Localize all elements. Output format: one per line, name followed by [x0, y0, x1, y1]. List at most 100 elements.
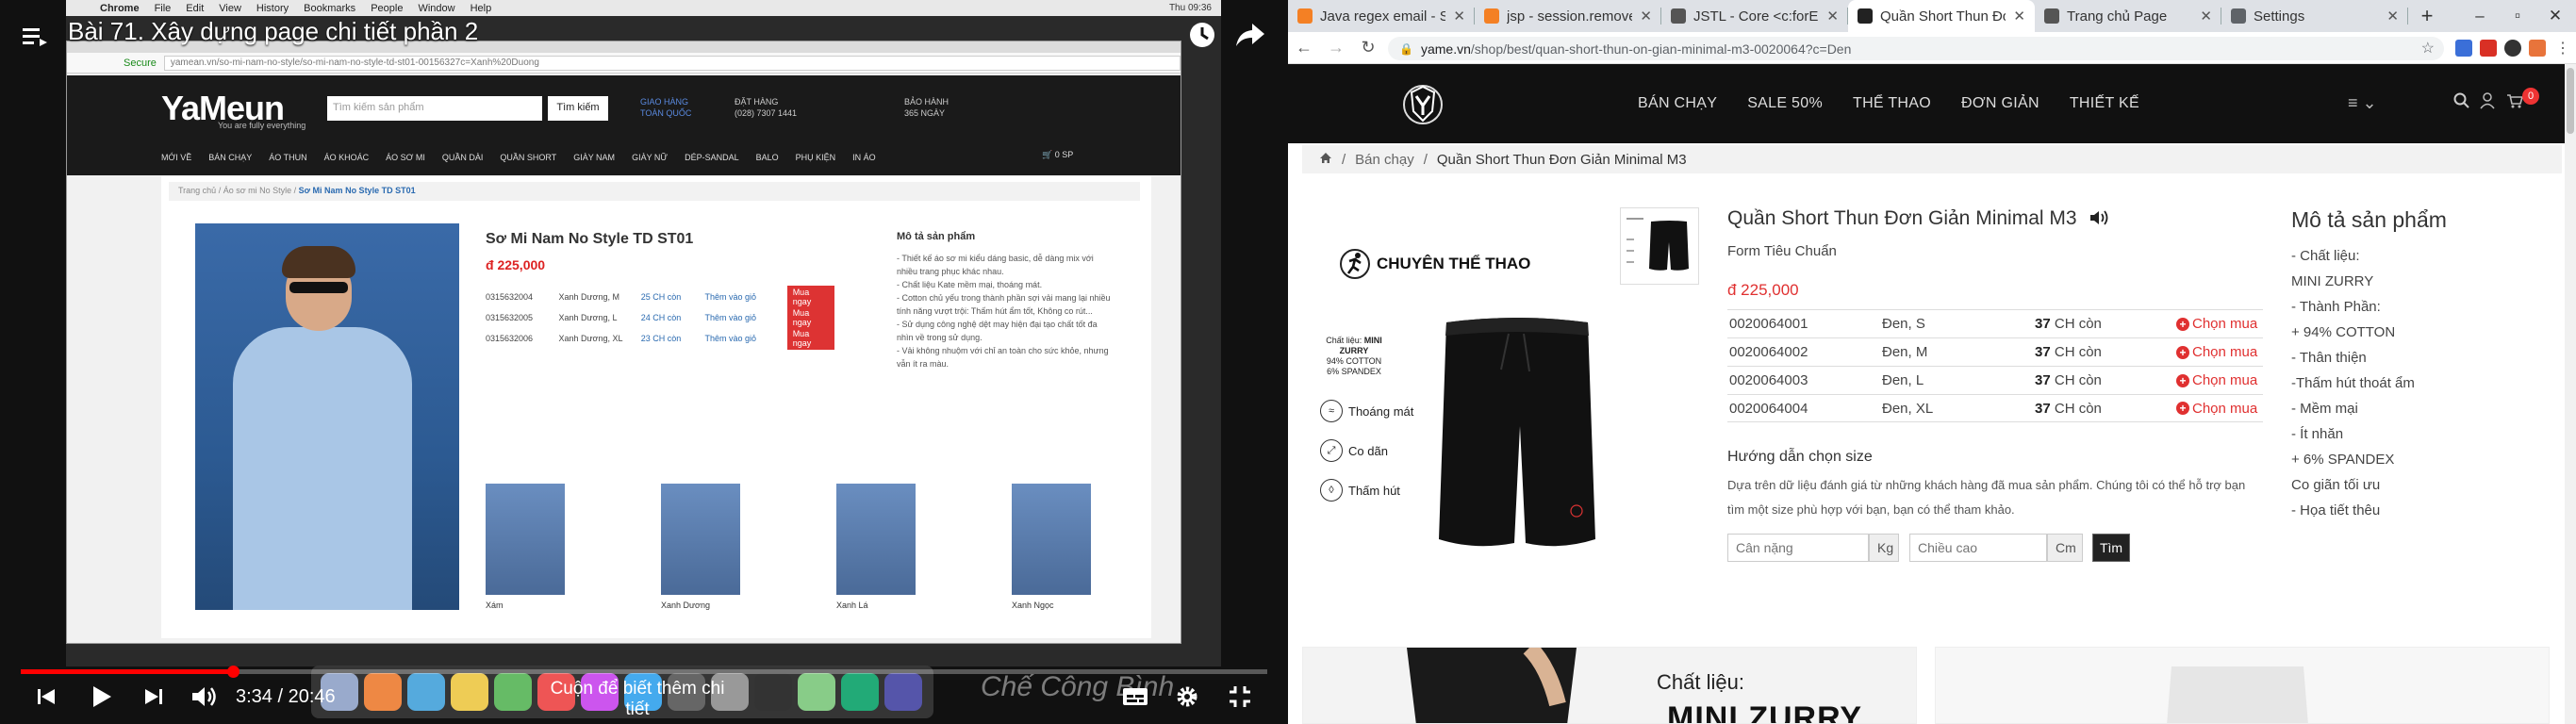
- yamean-color-label: Xanh Dương: [661, 601, 710, 610]
- breadcrumb-link[interactable]: Bán chạy: [1355, 152, 1414, 168]
- tab-close-icon[interactable]: ✕: [2386, 8, 2399, 25]
- cart-icon[interactable]: [2506, 93, 2524, 113]
- dock-app-icon: [494, 673, 532, 711]
- yamean-tagline: You are fully everything: [218, 121, 306, 130]
- yamean-color-thumb: [836, 484, 916, 595]
- site-nav-item[interactable]: BÁN CHẠY: [1623, 95, 1732, 112]
- minimize-icon[interactable]: –: [2461, 0, 2499, 32]
- search-icon[interactable]: [2453, 92, 2470, 114]
- variant-row: 0020064003 Đen, L 37 CH còn + Chọn mua: [1727, 366, 2263, 394]
- maximize-icon[interactable]: ▫: [2499, 0, 2536, 32]
- browser-tab[interactable]: Java regex email - Stack ✕: [1288, 0, 1475, 32]
- lock-icon: 🔒: [1399, 41, 1413, 56]
- exit-fullscreen-icon[interactable]: [1228, 684, 1252, 714]
- choose-buy-label: Chọn mua: [2192, 344, 2258, 360]
- description-line: MINI ZURRY: [2291, 273, 2374, 289]
- yamean-nav-item: BALO: [755, 153, 779, 162]
- height-input[interactable]: [1909, 534, 2047, 562]
- video-title[interactable]: Bài 71. Xây dựng page chi tiết phần 2: [68, 17, 478, 46]
- yamean-buy-button: Mua ngay: [786, 327, 834, 350]
- volume-icon[interactable]: [190, 684, 219, 714]
- site-nav-item[interactable]: THỂ THAO: [1838, 95, 1946, 112]
- video-player[interactable]: Chrome File Edit View History Bookmarks People…: [0, 0, 1288, 724]
- speaker-icon[interactable]: [2089, 209, 2110, 232]
- choose-buy-button[interactable]: + Chọn mua: [2176, 316, 2257, 332]
- description-line: - Họa tiết thêu: [2291, 502, 2381, 518]
- product-banner-2: [1935, 647, 2550, 724]
- reload-icon[interactable]: ↻: [1352, 32, 1384, 64]
- tab-close-icon[interactable]: ✕: [1640, 8, 1652, 25]
- user-icon[interactable]: [2480, 92, 2495, 114]
- extension-icon-3[interactable]: [2529, 40, 2546, 57]
- product-thumbnail[interactable]: [1620, 207, 1699, 285]
- tab-title: Java regex email - Stack: [1320, 8, 1446, 25]
- description-line: -Thấm hút thoát ẩm: [2291, 375, 2415, 391]
- plus-circle-icon: +: [2176, 373, 2189, 387]
- description-line: Co giãn tối ưu: [2291, 477, 2381, 493]
- yamean-color-label: Xanh Ngọc: [1012, 601, 1054, 610]
- product-title: Quần Short Thun Đơn Giản Minimal M3: [1727, 207, 2110, 232]
- site-nav-item[interactable]: SALE 50%: [1732, 95, 1838, 112]
- dock-app-icon: [451, 673, 488, 711]
- tab-close-icon[interactable]: ✕: [1826, 8, 1839, 25]
- yamean-search-input: Tìm kiếm sản phẩm: [327, 96, 542, 121]
- next-icon[interactable]: [143, 686, 164, 712]
- description-line: - Thành Phần:: [2291, 299, 2381, 315]
- previous-icon[interactable]: [36, 686, 57, 712]
- yamean-cart: 🛒 0 SP: [1042, 150, 1074, 159]
- extensions-puzzle-icon[interactable]: [2504, 40, 2521, 57]
- extension-icon-1[interactable]: [2455, 40, 2472, 57]
- site-nav-item[interactable]: THIẾT KẾ: [2055, 95, 2155, 112]
- breadcrumb: / Bán chạy / Quần Short Thun Đơn Giản Mi…: [1302, 145, 2562, 173]
- tab-close-icon[interactable]: ✕: [1453, 8, 1465, 25]
- choose-buy-button[interactable]: + Chọn mua: [2176, 401, 2257, 417]
- variant-row: 0020064004 Đen, XL 37 CH còn + Chọn mua: [1727, 394, 2263, 422]
- tab-close-icon[interactable]: ✕: [2200, 8, 2212, 25]
- scrollbar-thumb[interactable]: [2567, 68, 2574, 134]
- back-icon[interactable]: ←: [1288, 32, 1320, 64]
- site-nav-item[interactable]: ĐƠN GIẢN: [1946, 95, 2055, 112]
- yamean-product-page: Trang chủ / Áo sơ mi No Style / Sơ Mi Na…: [161, 176, 1151, 638]
- mac-menu-item: Bookmarks: [304, 2, 356, 14]
- feature-label: Thoáng mát: [1348, 403, 1414, 419]
- choose-buy-button[interactable]: + Chọn mua: [2176, 344, 2257, 360]
- browser-tab[interactable]: JSTL - Core <c:forEach> ✕: [1661, 0, 1848, 32]
- find-size-button[interactable]: Tìm: [2092, 534, 2130, 562]
- settings-gear-icon[interactable]: [1175, 684, 1199, 714]
- description-line: - Thân thiện: [2291, 350, 2367, 366]
- size-guide-title: Hướng dẫn chọn size: [1727, 449, 1873, 465]
- share-icon[interactable]: [1233, 19, 1267, 51]
- progress-knob[interactable]: [226, 666, 239, 678]
- progress-bar[interactable]: [21, 666, 1267, 678]
- tab-favicon-icon: [1671, 8, 1686, 24]
- close-window-icon[interactable]: ✕: [2536, 0, 2574, 32]
- home-icon[interactable]: [1319, 152, 1332, 168]
- browser-tab[interactable]: Trang chủ Page ✕: [2035, 0, 2221, 32]
- scroll-hint[interactable]: Cuộn để biết thêm chi tiết ⌄: [543, 679, 732, 724]
- wind-icon: ≈: [1320, 400, 1343, 422]
- browser-tab[interactable]: Settings ✕: [2221, 0, 2408, 32]
- browser-window: Java regex email - Stack✕jsp - session.r…: [1288, 0, 2576, 724]
- extension-icon-2[interactable]: [2480, 40, 2497, 57]
- variant-stock: 37 CH còn: [2035, 372, 2176, 388]
- watch-later-icon[interactable]: [1186, 19, 1218, 51]
- recorded-address-bar: Secure yamean.vn/so-mi-nam-no-style/so-m…: [67, 53, 1181, 74]
- description-line: - Mềm mại: [2291, 401, 2358, 417]
- forward-icon[interactable]: →: [1320, 32, 1352, 64]
- browser-tab[interactable]: Quần Short Thun Đơn Giản ✕: [1848, 0, 2035, 32]
- product-image[interactable]: CHUYÊN THỂ THAO Chất liệu: MINI ZURRY 94…: [1316, 200, 1599, 577]
- subtitles-icon[interactable]: [1122, 686, 1148, 712]
- bookmark-star-icon[interactable]: ☆: [2421, 39, 2435, 58]
- weight-input[interactable]: [1727, 534, 1869, 562]
- menu-icon[interactable]: ⋮: [2555, 39, 2570, 58]
- page-scrollbar[interactable]: [2565, 64, 2576, 724]
- choose-buy-button[interactable]: + Chọn mua: [2176, 372, 2257, 388]
- new-tab-button[interactable]: +: [2408, 0, 2446, 32]
- more-menu-icon[interactable]: ≡ ⌄: [2348, 93, 2377, 113]
- play-icon[interactable]: [91, 684, 113, 714]
- yame-logo-icon[interactable]: [1401, 83, 1445, 126]
- address-bar[interactable]: 🔒 yame.vn/shop/best/quan-short-thun-on-g…: [1388, 37, 2444, 60]
- browser-tab[interactable]: jsp - session.removeAttr ✕: [1475, 0, 1661, 32]
- tab-close-icon[interactable]: ✕: [2013, 8, 2025, 25]
- playlist-icon[interactable]: [21, 23, 49, 51]
